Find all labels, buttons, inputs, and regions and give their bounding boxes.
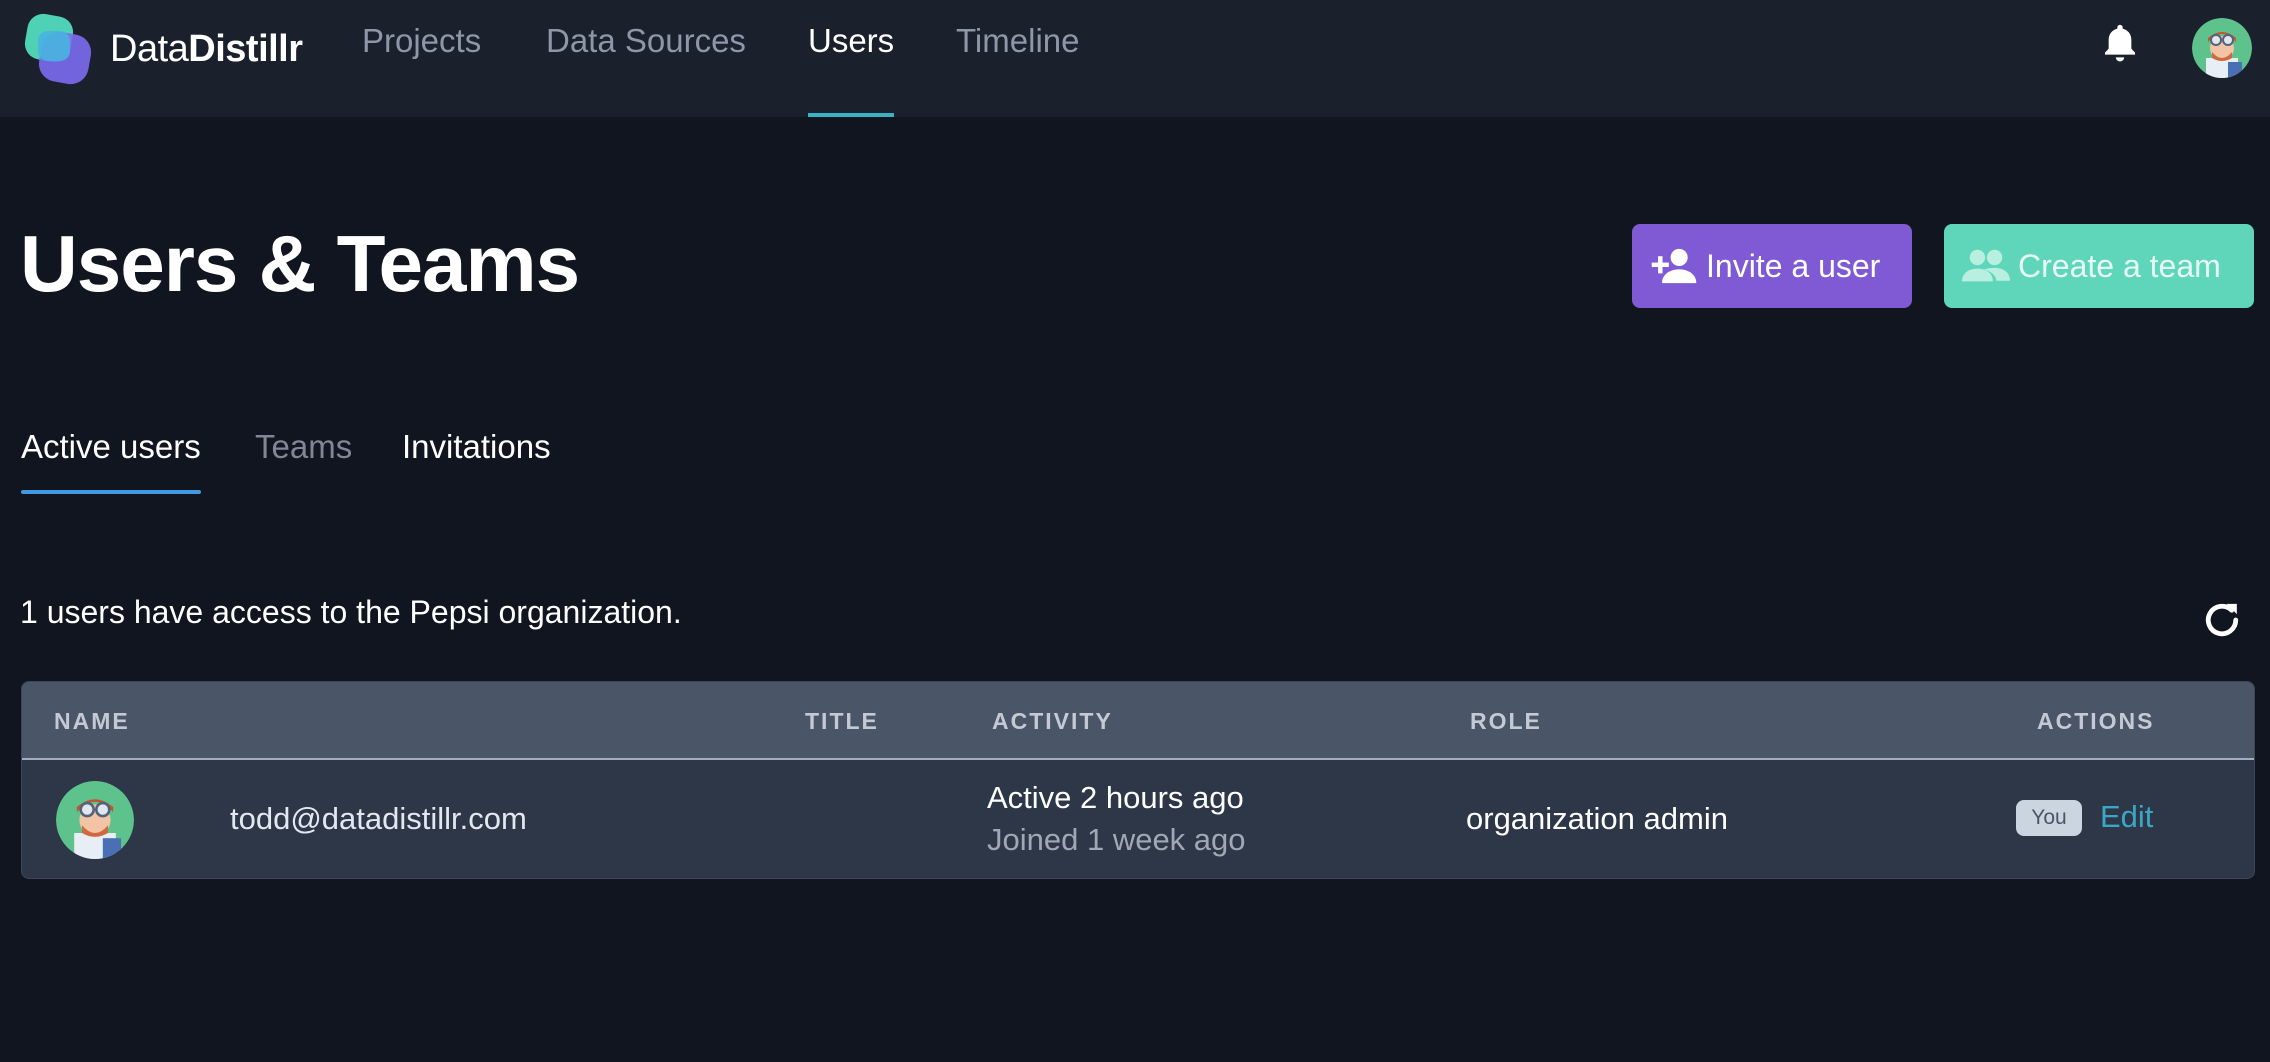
column-header-title[interactable]: TITLE: [805, 708, 879, 735]
user-avatar: [56, 781, 134, 859]
team-icon: [1962, 249, 2010, 282]
bell-icon[interactable]: [2100, 22, 2140, 66]
nav-timeline[interactable]: Timeline: [956, 22, 1079, 117]
logo-icon: [24, 13, 92, 85]
user-role: organization admin: [1466, 801, 1728, 836]
top-navigation-bar: DataDistillr Projects Data Sources Users…: [0, 0, 2270, 117]
column-header-activity[interactable]: ACTIVITY: [992, 708, 1113, 735]
nav-data-sources[interactable]: Data Sources: [546, 22, 746, 117]
you-badge: You: [2016, 800, 2082, 836]
page-title: Users & Teams: [20, 219, 580, 308]
user-email: todd@datadistillr.com: [230, 801, 527, 836]
last-active-text: Active 2 hours ago: [987, 780, 1244, 815]
edit-user-link[interactable]: Edit: [2100, 799, 2153, 835]
tab-active-users[interactable]: Active users: [21, 428, 201, 494]
nav-projects[interactable]: Projects: [362, 22, 481, 117]
column-header-name[interactable]: NAME: [54, 708, 130, 735]
create-team-button[interactable]: Create a team: [1944, 224, 2254, 308]
app-name: DataDistillr: [110, 27, 303, 70]
table-header: NAME TITLE ACTIVITY ROLE ACTIONS: [22, 682, 2254, 760]
access-summary: 1 users have access to the Pepsi organiz…: [20, 594, 682, 630]
tab-teams[interactable]: Teams: [255, 428, 352, 494]
nav-users[interactable]: Users: [808, 22, 895, 117]
column-header-role[interactable]: ROLE: [1470, 708, 1542, 735]
invite-user-button[interactable]: Invite a user: [1632, 224, 1912, 308]
create-team-label: Create a team: [2018, 247, 2221, 284]
user-avatar[interactable]: [2192, 18, 2252, 78]
joined-text: Joined 1 week ago: [987, 822, 1246, 857]
tab-invitations[interactable]: Invitations: [402, 428, 551, 494]
invite-user-label: Invite a user: [1706, 247, 1881, 284]
app-logo[interactable]: DataDistillr: [20, 10, 303, 88]
refresh-icon[interactable]: [2200, 598, 2244, 642]
column-header-actions: ACTIONS: [2037, 708, 2155, 734]
add-user-icon: [1651, 248, 1697, 284]
